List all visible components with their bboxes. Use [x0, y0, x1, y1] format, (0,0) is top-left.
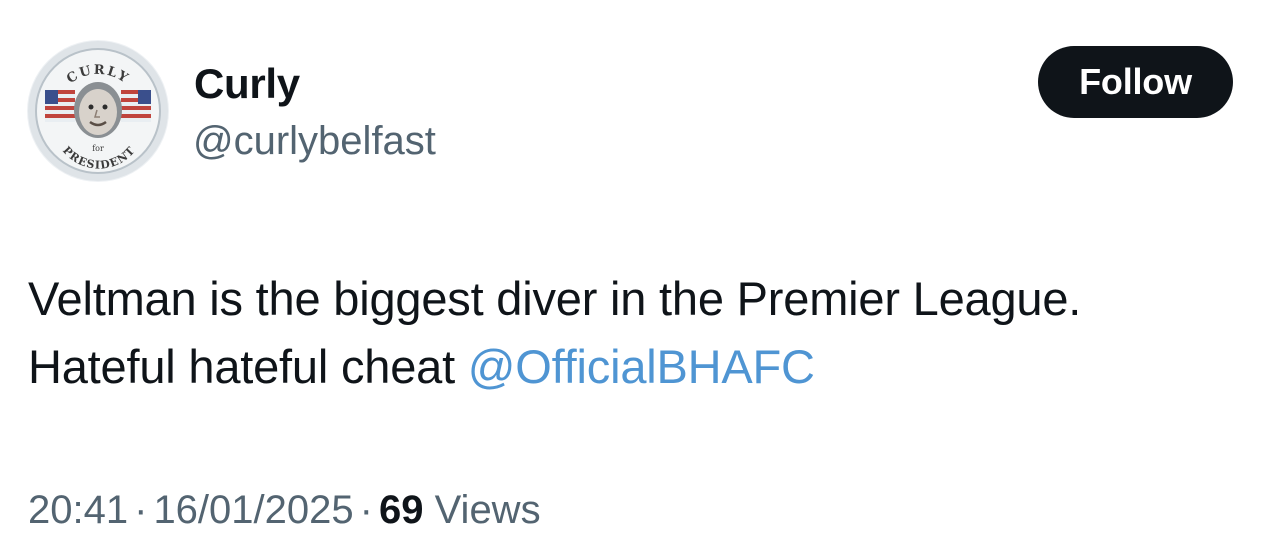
author-handle[interactable]: @curlybelfast	[193, 116, 436, 166]
portrait-icon	[74, 82, 122, 138]
tweet-metadata: 20:41 · 16/01/2025 · 69 Views	[28, 484, 541, 536]
views-count[interactable]: 69	[379, 488, 424, 532]
follow-button[interactable]: Follow	[1038, 46, 1233, 118]
avatar[interactable]: CURLY for PRESIDENT	[27, 40, 169, 182]
tweet-text-line-2-body: Hateful hateful cheat	[28, 340, 468, 393]
separator-dot: ·	[134, 488, 148, 532]
tweet-text-line-1: Veltman is the biggest diver in the Prem…	[28, 272, 1082, 325]
tweet-time[interactable]: 20:41	[28, 488, 128, 532]
mention-link[interactable]: @OfficialBHAFC	[468, 340, 815, 393]
views-label: Views	[434, 488, 541, 532]
curly-badge-icon: CURLY for PRESIDENT	[28, 41, 168, 181]
tweet-card: CURLY for PRESIDENT Curly @curlybelfast …	[0, 0, 1284, 560]
tweet-text: Veltman is the biggest diver in the Prem…	[28, 265, 1268, 401]
right-flag-icon	[121, 90, 151, 122]
author-display-name[interactable]: Curly	[194, 58, 300, 110]
separator-dot: ·	[359, 488, 373, 532]
avatar-text-middle: for	[92, 144, 104, 153]
tweet-text-line-2: Hateful hateful cheat @OfficialBHAFC	[28, 333, 1268, 401]
left-flag-icon	[45, 90, 75, 122]
tweet-date[interactable]: 16/01/2025	[153, 488, 353, 532]
